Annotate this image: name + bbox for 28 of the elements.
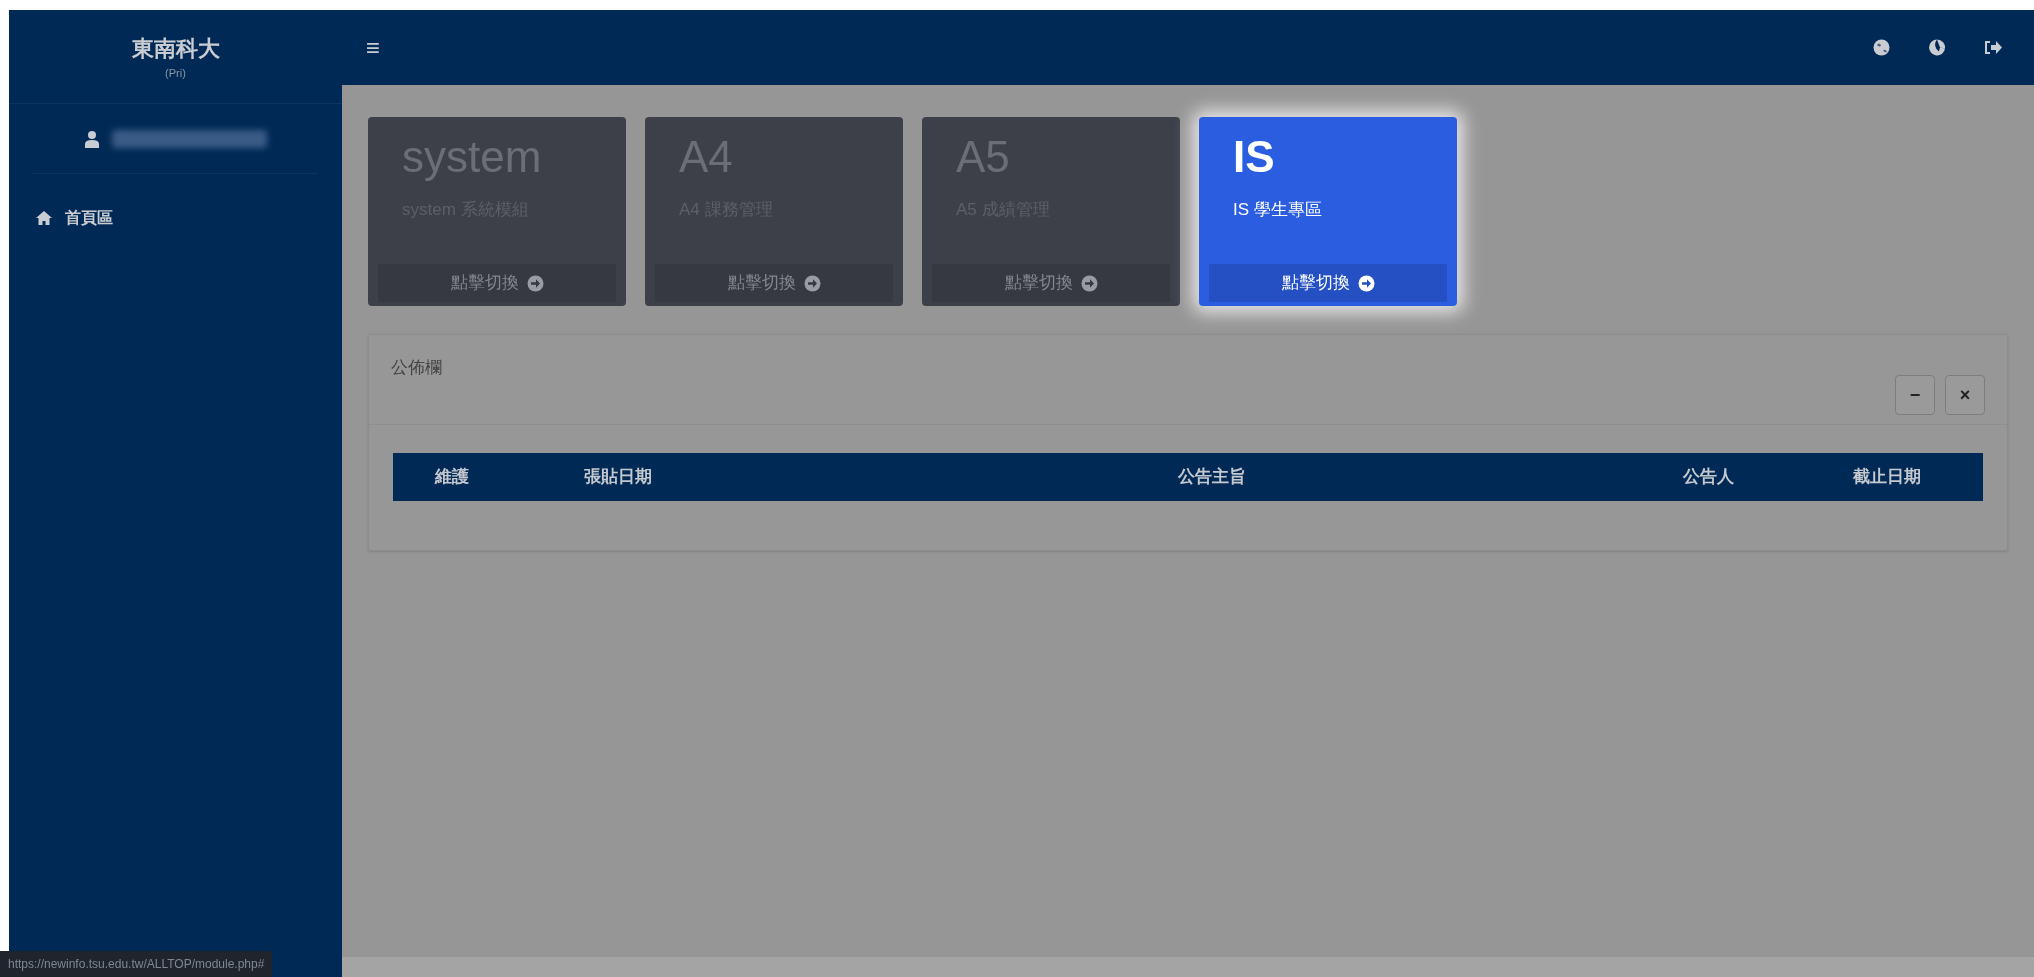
arrow-circle-icon — [1357, 274, 1375, 292]
module-card[interactable]: IS IS 學生專區 點擊切換 — [1199, 117, 1457, 306]
sign-out-icon[interactable] — [1984, 40, 2002, 55]
switch-button[interactable]: 點擊切換 — [1209, 264, 1447, 302]
brand-title: 東南科大 — [131, 34, 220, 63]
brand-subtitle: (Pri) — [165, 65, 186, 81]
globe-icon[interactable] — [1873, 39, 1890, 56]
module-subtitle: IS 學生專區 — [1232, 199, 1323, 221]
column-header: 公告人 — [1683, 467, 1734, 487]
arrow-circle-icon — [1080, 274, 1098, 292]
menu-button[interactable]: ≡ — [366, 35, 380, 60]
sidebar-item[interactable]: 首頁區 — [9, 198, 342, 238]
close-button[interactable]: × — [1945, 375, 1985, 415]
column-header: 公告主旨 — [1178, 467, 1246, 487]
home-icon — [35, 210, 53, 226]
switch-button[interactable]: 點擊切換 — [655, 264, 893, 302]
panel-title: 公佈欄 — [391, 357, 442, 379]
status-url: https://newinfo.tsu.edu.tw/ALLTOP/module.php# — [0, 951, 273, 977]
module-title: IS — [1232, 131, 1276, 179]
column-header: 維護 — [435, 467, 469, 487]
switch-button[interactable]: 點擊切換 — [932, 264, 1170, 302]
arrow-circle-icon — [526, 274, 544, 292]
user-icon — [84, 129, 100, 148]
switch-button[interactable]: 點擊切換 — [378, 264, 616, 302]
column-header: 截止日期 — [1853, 467, 1921, 487]
column-header: 張貼日期 — [584, 467, 652, 487]
minimize-button[interactable]: − — [1895, 375, 1935, 415]
arrow-circle-icon — [803, 274, 821, 292]
